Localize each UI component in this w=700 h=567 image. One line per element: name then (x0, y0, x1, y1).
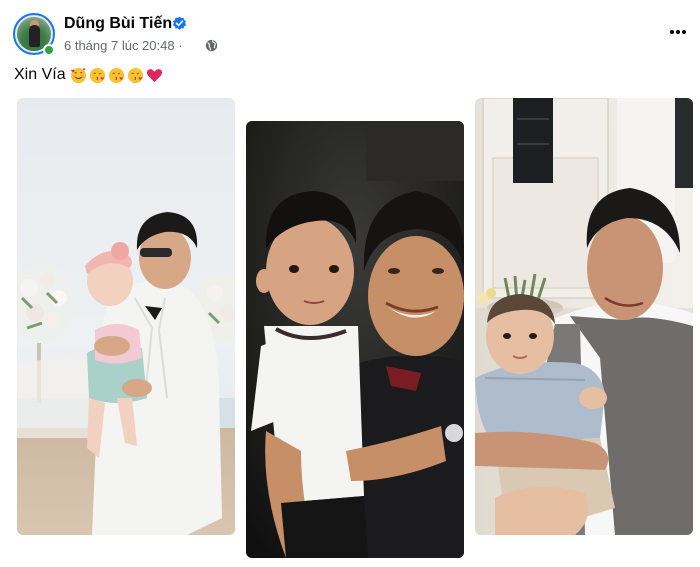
photo-1-image (17, 98, 235, 535)
red-heart-icon (146, 69, 163, 83)
post-header: Dũng Bùi Tiến 6 tháng 7 lúc 20:48 · (0, 0, 700, 60)
post-timestamp[interactable]: 6 tháng 7 lúc 20:48 · (64, 38, 183, 53)
verified-badge-icon (172, 16, 187, 30)
author-name[interactable]: Dũng Bùi Tiến (64, 15, 172, 33)
post-text: Xin Vía (14, 66, 66, 83)
globe-icon[interactable] (205, 39, 218, 52)
online-status-dot (43, 44, 55, 56)
face-blowing-kiss-icon (127, 67, 144, 84)
face-blowing-kiss-icon (108, 67, 125, 84)
photo-footballer-holding-toddler[interactable] (246, 121, 464, 558)
photo-2-image (246, 121, 464, 558)
more-options-button[interactable] (660, 20, 696, 44)
face-blowing-kiss-icon (89, 67, 106, 84)
photo-man-holding-baby-girl[interactable] (17, 98, 235, 535)
photo-man-holding-baby-boy[interactable] (475, 98, 693, 535)
photo-3-image (475, 98, 693, 535)
smiling-face-with-hearts-icon (70, 67, 87, 84)
